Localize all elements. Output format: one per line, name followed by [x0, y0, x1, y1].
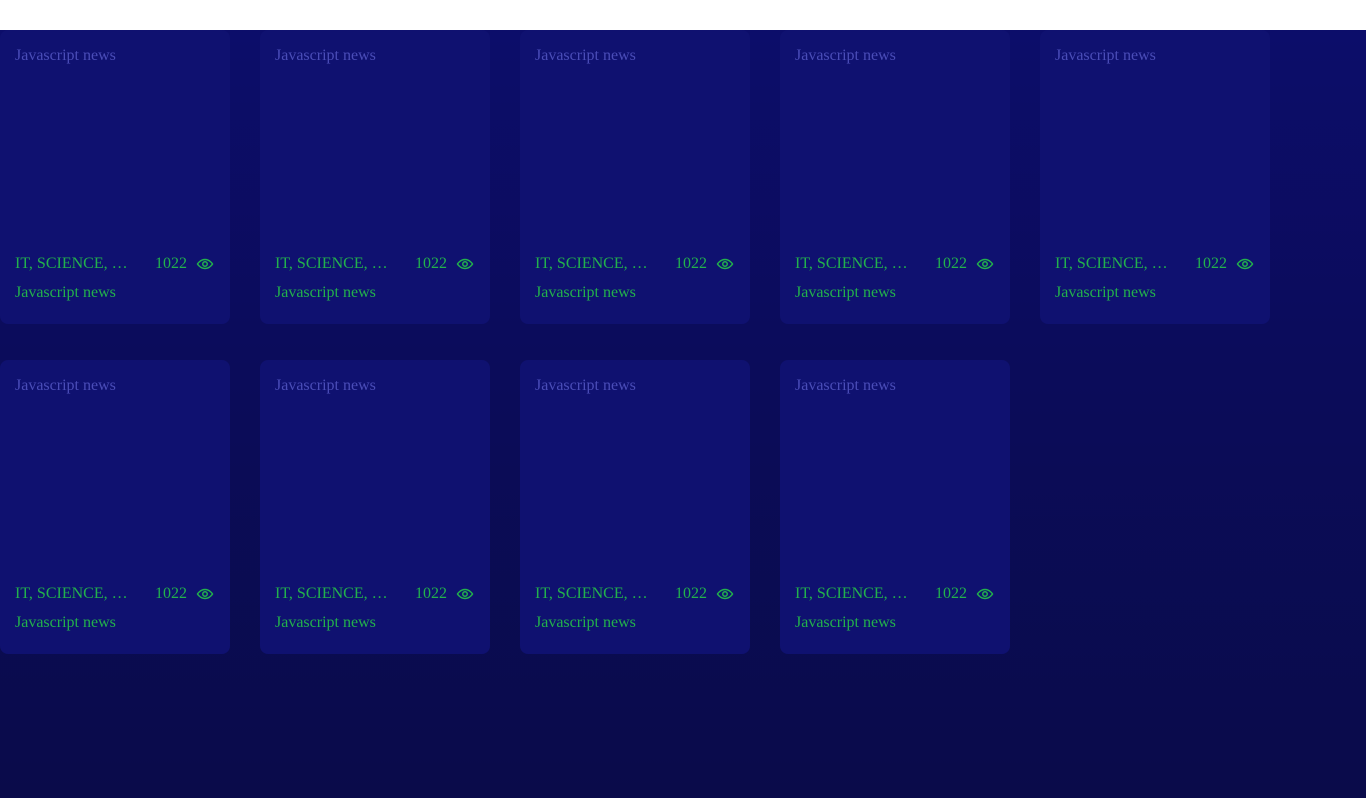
eye-icon: [456, 585, 474, 603]
view-count-value: 1022: [1195, 255, 1227, 272]
view-count: 1022: [415, 255, 474, 273]
eye-icon: [196, 255, 214, 273]
news-card[interactable]: Javascript news IT, SCIENCE, … 1022 Java…: [520, 360, 750, 654]
news-image-alt: Javascript news: [535, 377, 636, 394]
view-count: 1022: [155, 585, 214, 603]
top-bar: [0, 0, 1366, 30]
news-meta: IT, SCIENCE, … 1022: [535, 582, 735, 606]
news-title[interactable]: Javascript news: [15, 614, 215, 632]
news-card[interactable]: Javascript news IT, SCIENCE, … 1022 Java…: [780, 30, 1010, 324]
news-image-alt: Javascript news: [535, 47, 636, 64]
view-count: 1022: [415, 585, 474, 603]
news-tags: IT, SCIENCE, …: [795, 255, 908, 272]
news-image-alt: Javascript news: [1055, 47, 1156, 64]
news-tags: IT, SCIENCE, …: [535, 585, 648, 602]
news-meta: IT, SCIENCE, … 1022: [15, 582, 215, 606]
news-image[interactable]: Javascript news: [795, 375, 995, 575]
eye-icon: [196, 585, 214, 603]
eye-icon: [716, 585, 734, 603]
news-tags: IT, SCIENCE, …: [535, 255, 648, 272]
news-image[interactable]: Javascript news: [275, 45, 475, 245]
news-card[interactable]: Javascript news IT, SCIENCE, … 1022 Java…: [780, 360, 1010, 654]
news-tags: IT, SCIENCE, …: [1055, 255, 1168, 272]
news-meta: IT, SCIENCE, … 1022: [795, 582, 995, 606]
news-title[interactable]: Javascript news: [275, 614, 475, 632]
news-image[interactable]: Javascript news: [795, 45, 995, 245]
news-card[interactable]: Javascript news IT, SCIENCE, … 1022 Java…: [260, 30, 490, 324]
news-grid: Javascript news IT, SCIENCE, … 1022 Java…: [0, 30, 1270, 654]
news-image-alt: Javascript news: [795, 377, 896, 394]
view-count-value: 1022: [155, 255, 187, 272]
news-image[interactable]: Javascript news: [535, 375, 735, 575]
news-feed: Javascript news IT, SCIENCE, … 1022 Java…: [0, 30, 1366, 798]
view-count: 1022: [675, 255, 734, 273]
news-image-alt: Javascript news: [275, 47, 376, 64]
news-image-alt: Javascript news: [275, 377, 376, 394]
news-image-alt: Javascript news: [15, 377, 116, 394]
news-image-alt: Javascript news: [15, 47, 116, 64]
news-tags: IT, SCIENCE, …: [15, 585, 128, 602]
news-tags: IT, SCIENCE, …: [275, 585, 388, 602]
view-count: 1022: [935, 585, 994, 603]
news-meta: IT, SCIENCE, … 1022: [275, 252, 475, 276]
news-title[interactable]: Javascript news: [275, 284, 475, 302]
eye-icon: [976, 585, 994, 603]
news-title[interactable]: Javascript news: [1055, 284, 1255, 302]
news-tags: IT, SCIENCE, …: [15, 255, 128, 272]
view-count-value: 1022: [415, 585, 447, 602]
view-count: 1022: [675, 585, 734, 603]
news-card[interactable]: Javascript news IT, SCIENCE, … 1022 Java…: [260, 360, 490, 654]
news-meta: IT, SCIENCE, … 1022: [535, 252, 735, 276]
news-image[interactable]: Javascript news: [15, 375, 215, 575]
news-card[interactable]: Javascript news IT, SCIENCE, … 1022 Java…: [0, 360, 230, 654]
eye-icon: [976, 255, 994, 273]
news-tags: IT, SCIENCE, …: [275, 255, 388, 272]
view-count-value: 1022: [415, 255, 447, 272]
news-title[interactable]: Javascript news: [535, 284, 735, 302]
view-count-value: 1022: [675, 255, 707, 272]
news-meta: IT, SCIENCE, … 1022: [275, 582, 475, 606]
view-count: 1022: [935, 255, 994, 273]
news-title[interactable]: Javascript news: [795, 614, 995, 632]
news-title[interactable]: Javascript news: [15, 284, 215, 302]
news-meta: IT, SCIENCE, … 1022: [15, 252, 215, 276]
news-image[interactable]: Javascript news: [15, 45, 215, 245]
eye-icon: [1236, 255, 1254, 273]
view-count: 1022: [1195, 255, 1254, 273]
news-meta: IT, SCIENCE, … 1022: [1055, 252, 1255, 276]
news-title[interactable]: Javascript news: [535, 614, 735, 632]
view-count-value: 1022: [935, 585, 967, 602]
news-card[interactable]: Javascript news IT, SCIENCE, … 1022 Java…: [1040, 30, 1270, 324]
news-meta: IT, SCIENCE, … 1022: [795, 252, 995, 276]
news-card[interactable]: Javascript news IT, SCIENCE, … 1022 Java…: [0, 30, 230, 324]
news-tags: IT, SCIENCE, …: [795, 585, 908, 602]
news-image[interactable]: Javascript news: [1055, 45, 1255, 245]
view-count: 1022: [155, 255, 214, 273]
view-count-value: 1022: [155, 585, 187, 602]
news-image-alt: Javascript news: [795, 47, 896, 64]
news-title[interactable]: Javascript news: [795, 284, 995, 302]
eye-icon: [456, 255, 474, 273]
news-card[interactable]: Javascript news IT, SCIENCE, … 1022 Java…: [520, 30, 750, 324]
eye-icon: [716, 255, 734, 273]
view-count-value: 1022: [675, 585, 707, 602]
view-count-value: 1022: [935, 255, 967, 272]
news-image[interactable]: Javascript news: [535, 45, 735, 245]
news-image[interactable]: Javascript news: [275, 375, 475, 575]
